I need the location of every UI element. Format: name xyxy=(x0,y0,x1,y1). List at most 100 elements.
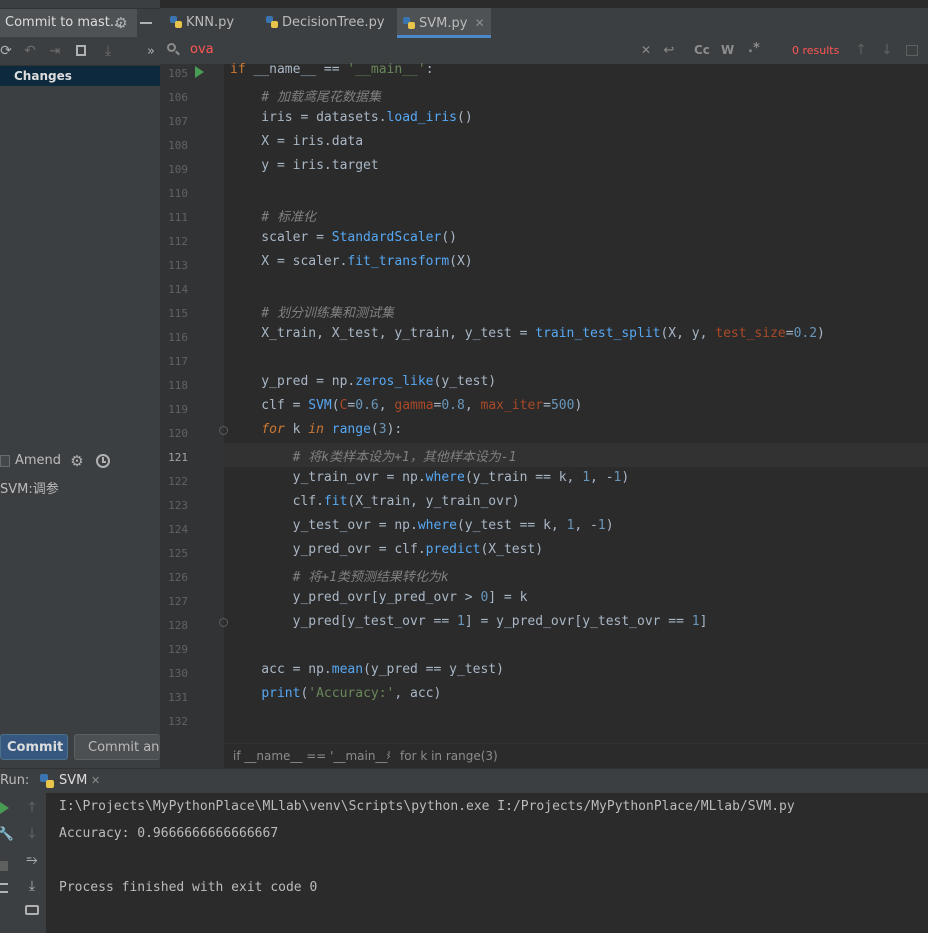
run-tab-label[interactable]: SVM xyxy=(59,773,87,788)
move-icon[interactable]: ⇥ xyxy=(47,42,63,60)
top-strip xyxy=(0,0,160,9)
breadcrumb-item[interactable]: if __name__ == '__main__' xyxy=(233,744,391,768)
console-line: Process finished with exit code 0 xyxy=(59,880,318,895)
console-line: I:\Projects\MyPythonPlace\MLlab\venv\Scr… xyxy=(59,799,795,814)
stop-icon[interactable] xyxy=(0,861,8,871)
line-number: 112 xyxy=(168,235,188,248)
match-case-toggle[interactable]: Cc xyxy=(694,43,710,57)
print-icon[interactable] xyxy=(25,905,39,915)
commit-message-text[interactable]: SVM:调参 xyxy=(0,478,59,497)
line-number: 122 xyxy=(168,475,188,488)
refresh-icon[interactable]: ⟳ xyxy=(0,42,12,60)
line-number: 115 xyxy=(168,307,188,320)
line-number: 110 xyxy=(168,187,188,200)
commit-button[interactable]: Commit xyxy=(0,734,68,760)
line-number: 124 xyxy=(168,523,188,536)
history-icon[interactable] xyxy=(96,454,110,468)
line-number: 126 xyxy=(168,571,188,584)
breadcrumb-item[interactable]: for k in range(3) xyxy=(400,744,498,768)
code-line: scaler = StandardScaler() xyxy=(230,230,457,245)
line-number: 116 xyxy=(168,331,188,344)
tab-decisiontree[interactable]: DecisionTree.py xyxy=(266,8,385,38)
code-line: y_pred_ovr = clf.predict(X_test) xyxy=(230,542,544,557)
code-line: # 划分训练集和测试集 xyxy=(230,306,394,321)
line-number: 130 xyxy=(168,667,188,680)
amend-row: Amend ⚙ xyxy=(0,449,160,473)
tab-knn[interactable]: KNN.py xyxy=(170,8,234,38)
soft-wrap-icon[interactable]: ⥱ xyxy=(24,851,40,869)
code-line: # 加载鸢尾花数据集 xyxy=(230,90,381,105)
commit-tab-label: Commit to mast... xyxy=(5,15,123,30)
code-line: acc = np.mean(y_pred == y_test) xyxy=(230,662,504,677)
code-line: if __name__ == '__main__': xyxy=(230,62,434,77)
select-all-icon[interactable] xyxy=(906,45,918,56)
shelve-icon[interactable]: ⤓ xyxy=(100,42,116,60)
more-chevron-icon[interactable]: » xyxy=(144,42,158,60)
new-line-icon[interactable]: ↩ xyxy=(662,41,676,59)
search-input[interactable]: ova xyxy=(190,42,214,57)
line-number: 120 xyxy=(168,427,188,440)
line-number: 113 xyxy=(168,259,188,272)
line-number: 108 xyxy=(168,139,188,152)
code-line: # 标准化 xyxy=(230,210,316,225)
line-number: 114 xyxy=(168,283,188,296)
regex-toggle[interactable]: .* xyxy=(748,41,760,56)
previous-match-icon[interactable]: ↑ xyxy=(854,41,868,59)
code-line: iris = datasets.load_iris() xyxy=(230,110,473,125)
code-line: # 将+1类预测结果转化为k xyxy=(230,570,449,585)
line-number: 127 xyxy=(168,595,188,608)
fold-marker-icon[interactable] xyxy=(219,618,228,627)
line-number: 107 xyxy=(168,115,188,128)
line-number: 132 xyxy=(168,715,188,728)
tab-label: DecisionTree.py xyxy=(282,15,385,30)
gear-icon[interactable]: ⚙ xyxy=(69,452,85,470)
code-line: y_test_ovr = np.where(y_test == k, 1, -1… xyxy=(230,518,614,533)
diff-icon[interactable] xyxy=(76,45,86,56)
console-output[interactable] xyxy=(46,793,928,933)
console-line: Accuracy: 0.9666666666666667 xyxy=(59,826,279,841)
python-run-icon xyxy=(40,774,54,788)
close-icon[interactable]: ✕ xyxy=(91,774,100,787)
layout-icon[interactable] xyxy=(0,883,8,893)
clear-icon[interactable]: ✕ xyxy=(640,41,652,59)
gear-icon[interactable]: ⚙ xyxy=(113,14,129,32)
commit-panel xyxy=(0,0,160,768)
minimize-icon[interactable] xyxy=(140,22,152,24)
code-line: for k in range(3): xyxy=(261,422,403,437)
commit-toolbar: ⟳ ↶ ⇥ ⤓ » xyxy=(0,37,160,66)
run-toolbar: ↑ 🔧 ↓ ⥱ ⤓ xyxy=(0,793,46,933)
code-line: # 将k类样本设为+1，其他样本设为-1 xyxy=(230,450,517,465)
rollback-icon[interactable]: ↶ xyxy=(22,42,38,60)
rerun-icon[interactable] xyxy=(0,802,9,814)
line-number: 121 xyxy=(168,451,188,464)
search-icon-handle xyxy=(175,50,180,56)
whole-words-toggle[interactable]: W xyxy=(721,43,734,57)
commit-and-push-button[interactable]: Commit and xyxy=(74,734,160,760)
run-gutter-icon[interactable] xyxy=(195,66,204,78)
breadcrumb: if __name__ == '__main__' › for k in ran… xyxy=(224,743,928,768)
python-file-icon xyxy=(170,15,182,28)
fold-marker-icon[interactable] xyxy=(219,426,228,435)
next-match-icon[interactable]: ↓ xyxy=(880,41,894,59)
amend-label[interactable]: Amend xyxy=(15,449,61,473)
line-number: 123 xyxy=(168,499,188,512)
code-line: clf = SVM(C=0.6, gamma=0.8, max_iter=500… xyxy=(230,398,583,413)
code-line: y_pred[y_test_ovr == 1] = y_pred_ovr[y_t… xyxy=(230,614,708,629)
amend-checkbox[interactable] xyxy=(0,455,10,467)
line-number: 105 xyxy=(168,67,188,80)
tab-svm[interactable]: SVM.py ✕ xyxy=(397,8,491,38)
close-icon[interactable]: ✕ xyxy=(475,16,485,30)
scroll-to-end-icon[interactable]: ⤓ xyxy=(24,877,40,895)
results-count: 0 results xyxy=(792,44,840,57)
line-number: 117 xyxy=(168,355,188,368)
up-arrow-icon[interactable]: ↑ xyxy=(25,799,39,817)
commit-buttons: Commit Commit and xyxy=(0,734,160,762)
wrench-icon[interactable]: 🔧 xyxy=(0,825,14,843)
changes-node[interactable]: Changes xyxy=(0,66,160,86)
tab-label: KNN.py xyxy=(186,15,235,30)
python-file-icon xyxy=(266,15,278,28)
line-number: 129 xyxy=(168,643,188,656)
breadcrumb-separator: › xyxy=(386,749,391,763)
code-line: y_pred = np.zeros_like(y_test) xyxy=(230,374,497,389)
down-arrow-icon[interactable]: ↓ xyxy=(25,825,39,843)
